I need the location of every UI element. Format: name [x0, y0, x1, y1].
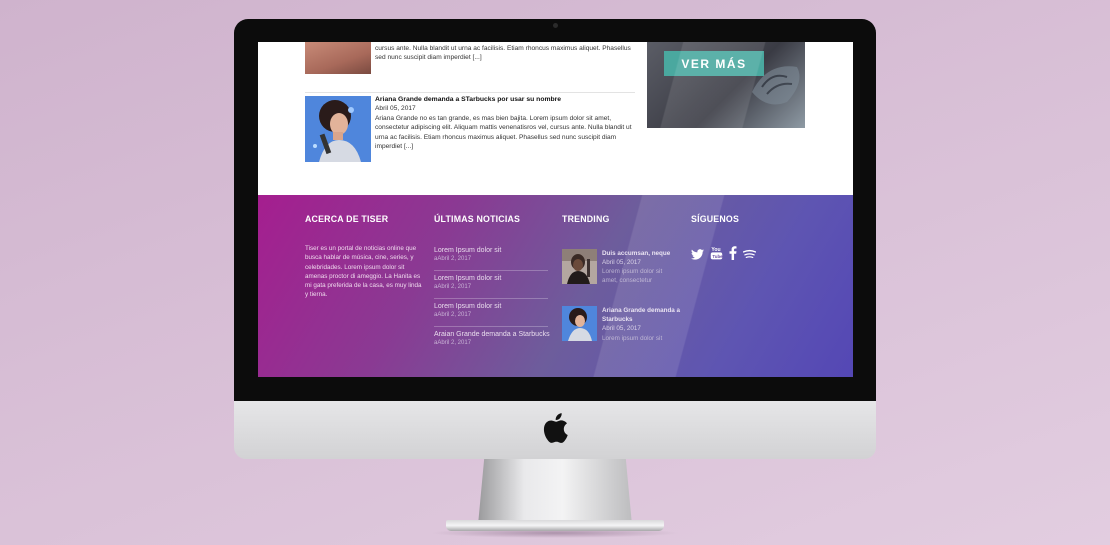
news-heading: ÚLTIMAS NOTICIAS [434, 214, 521, 224]
news-item-date: aAbril 2, 2017 [434, 340, 472, 346]
news-divider [434, 270, 548, 271]
imac-base [446, 520, 664, 531]
news-item-title[interactable]: Lorem Ipsum dolor sit [434, 274, 550, 283]
article-excerpt-top: cursus ante. Nulla blandit ut urna ac fa… [375, 45, 631, 61]
article-thumbnail[interactable] [305, 96, 371, 162]
trending-heading: TRENDING [562, 214, 610, 224]
youtube-icon[interactable]: You Tube [710, 246, 723, 265]
camera-dot [553, 23, 558, 28]
svg-text:Tube: Tube [712, 254, 723, 259]
trending-item-excerpt: Lorem ipsum dolor sit [602, 335, 663, 342]
trending-item-date: Abril 05, 2017 [602, 259, 641, 266]
news-item[interactable]: Lorem Ipsum dolor sit aAbril 2, 2017 [434, 274, 550, 290]
about-heading: ACERCA DE TISER [305, 214, 389, 224]
trending-thumbnail[interactable] [562, 306, 597, 341]
svg-text:You: You [711, 247, 720, 253]
trending-thumbnail[interactable] [562, 249, 597, 284]
ver-mas-button[interactable]: VER MÁS [664, 51, 764, 76]
trending-item-title[interactable]: Ariana Grande demanda a Starbucks [602, 307, 684, 324]
trending-item-date: Abril 05, 2017 [602, 325, 641, 332]
news-item[interactable]: Lorem Ipsum dolor sit aAbril 2, 2017 [434, 302, 550, 318]
website-screen: cursus ante. Nulla blandit ut urna ac fa… [258, 42, 853, 377]
promo-banner: VER MÁS [647, 42, 805, 128]
about-text: Tiser es un portal de noticias online qu… [305, 245, 422, 299]
news-item[interactable]: Araian Grande demanda a Starbucks aAbril… [434, 330, 550, 346]
imac-stand [478, 459, 632, 525]
news-content: cursus ante. Nulla blandit ut urna ac fa… [258, 42, 853, 195]
news-item-date: aAbril 2, 2017 [434, 284, 472, 290]
article-title[interactable]: Ariana Grande demanda a STarbucks por us… [375, 96, 645, 103]
trending-item-excerpt: Lorem ipsum dolor sit amet, consectetur [602, 268, 663, 285]
news-item-title[interactable]: Araian Grande demanda a Starbucks [434, 330, 550, 339]
news-item[interactable]: Lorem Ipsum dolor sit aAbril 2, 2017 [434, 246, 550, 262]
news-item-title[interactable]: Lorem Ipsum dolor sit [434, 302, 550, 311]
news-item-title[interactable]: Lorem Ipsum dolor sit [434, 246, 550, 255]
apple-logo-icon [543, 413, 568, 443]
spotify-icon[interactable] [742, 247, 757, 265]
news-divider [434, 298, 548, 299]
article-thumbnail-top[interactable] [305, 42, 371, 74]
social-heading: SÍGUENOS [691, 214, 740, 224]
news-divider [434, 326, 548, 327]
social-icons: You Tube [691, 246, 757, 265]
news-item-date: aAbril 2, 2017 [434, 312, 472, 318]
article-excerpt: Ariana Grande no es tan grande, es mas b… [375, 115, 632, 150]
imac-chin [234, 401, 876, 459]
facebook-icon[interactable] [729, 246, 737, 265]
trending-item-title[interactable]: Duis accumsan, neque [602, 250, 684, 259]
article-date: Abril 05, 2017 [375, 105, 416, 112]
news-item-date: aAbril 2, 2017 [434, 256, 472, 262]
site-footer: ACERCA DE TISER Tiser es un portal de no… [258, 195, 853, 377]
twitter-icon[interactable] [691, 247, 704, 265]
article-divider [305, 92, 635, 93]
